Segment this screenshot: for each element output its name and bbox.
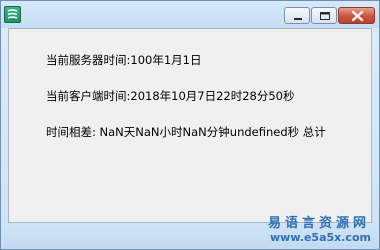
- watermark-url: www.e5a5x.com: [270, 231, 371, 244]
- watermark-site-name: 易语言资源网: [268, 216, 371, 231]
- close-icon: [351, 10, 364, 22]
- maximize-icon: [320, 12, 330, 20]
- maximize-button[interactable]: [311, 7, 337, 24]
- client-area: 当前服务器时间:100年1月1日 当前客户端时间:2018年10月7日22时28…: [8, 28, 372, 223]
- time-difference-label: 时间相差: NaN天NaN小时NaN分钟undefined秒 总计: [46, 125, 326, 139]
- minimize-icon: [294, 18, 302, 20]
- server-time-label: 当前服务器时间:100年1月1日: [46, 53, 202, 67]
- title-bar[interactable]: [1, 1, 379, 28]
- close-button[interactable]: [338, 7, 375, 24]
- app-icon-glyph: [7, 9, 18, 19]
- client-time-label: 当前客户端时间:2018年10月7日22时28分50秒: [46, 89, 295, 103]
- app-icon[interactable]: [4, 6, 21, 23]
- minimize-button[interactable]: [284, 7, 310, 24]
